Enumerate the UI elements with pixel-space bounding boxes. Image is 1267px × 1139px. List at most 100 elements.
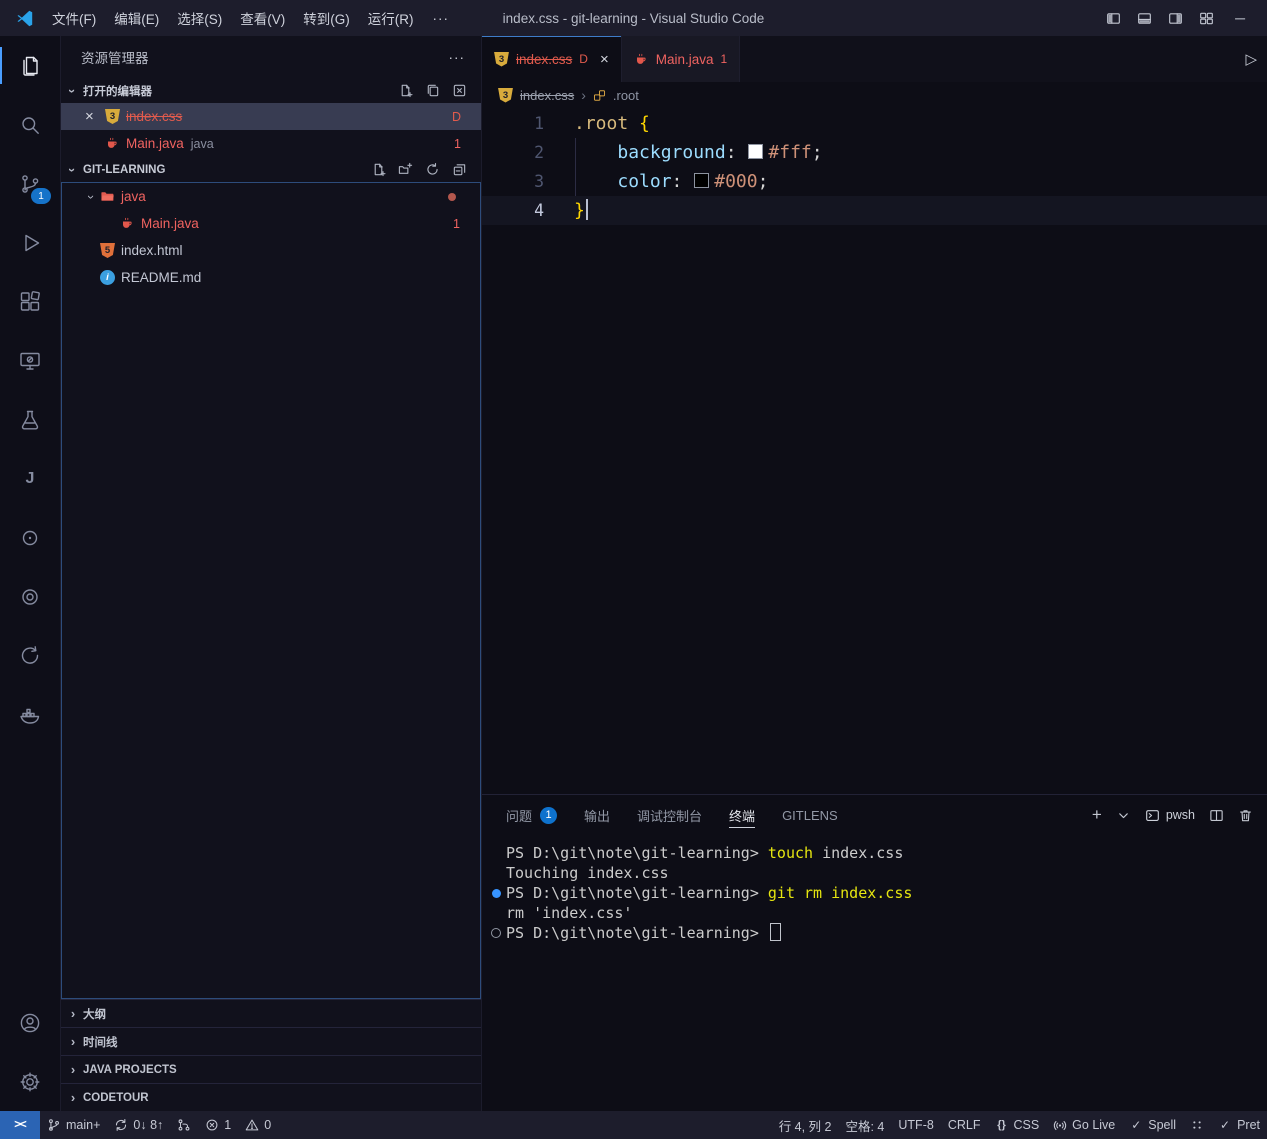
status-language[interactable]: {}CSS (987, 1111, 1046, 1139)
tree-item-index.html[interactable]: 5index.html (62, 237, 480, 264)
open-editor-index.css[interactable]: × 3 index.css D (61, 103, 481, 130)
code-editor[interactable]: 1 .root { 2 background: #fff; 3 color: #… (482, 108, 1267, 794)
close-icon[interactable]: × (85, 108, 105, 125)
activity-testing[interactable] (0, 390, 60, 449)
chevron-placeholder (84, 243, 100, 259)
menu-selection[interactable]: 选择(S) (168, 5, 231, 31)
status-prettier[interactable]: ✓Pret (1211, 1111, 1267, 1139)
color-swatch[interactable] (694, 173, 709, 188)
menu-go[interactable]: 转到(G) (294, 5, 359, 31)
menu-file[interactable]: 文件(F) (43, 5, 105, 31)
status-spell[interactable]: ✓Spell (1122, 1111, 1183, 1139)
status-go-live[interactable]: Go Live (1046, 1111, 1122, 1139)
activity-extensions[interactable] (0, 272, 60, 331)
activity-run-debug[interactable] (0, 213, 60, 272)
run-file-button[interactable]: ▷ (1241, 50, 1261, 68)
close-icon[interactable]: × (600, 51, 609, 68)
sidebar-section-java-projects[interactable]: › JAVA PROJECTS (61, 1055, 481, 1083)
bre2adcrumb-separator: › (581, 87, 586, 103)
menu-view[interactable]: 查看(V) (231, 5, 294, 31)
code-line-4[interactable]: 4 } (482, 196, 1267, 225)
activity-explorer[interactable] (0, 36, 60, 95)
section-label: JAVA PROJECTS (83, 1064, 177, 1076)
sidebar-more-actions-button[interactable]: ··· (449, 50, 466, 65)
project-header[interactable]: › GIT-LEARNING (61, 157, 481, 182)
breadcrumb-symbol[interactable]: .root (613, 88, 639, 103)
status-git-graph[interactable] (170, 1111, 198, 1139)
menu-run[interactable]: 运行(R) (359, 5, 423, 31)
section-label: 大纲 (83, 1006, 106, 1022)
toggle-secondary-sidebar-icon[interactable] (1168, 11, 1183, 26)
new-terminal-icon[interactable]: + (1092, 805, 1102, 825)
split-terminal-icon[interactable] (1209, 808, 1224, 823)
status-extension[interactable] (1183, 1111, 1211, 1139)
activity-remote-explorer[interactable] (0, 331, 60, 390)
open-editor-Main.java[interactable]: Main.java java 1 (61, 130, 481, 157)
terminal-instance[interactable]: pwsh (1145, 808, 1195, 823)
sidebar-section-outline[interactable]: › 大纲 (61, 999, 481, 1027)
panel-tab-terminal[interactable]: 终端 (729, 795, 755, 835)
sidebar-title-row: 资源管理器 ··· (61, 36, 481, 78)
new-untitled-file-icon[interactable] (398, 83, 413, 98)
panel-tab-debug-console[interactable]: 调试控制台 (637, 795, 702, 835)
status-errors[interactable]: 1 (198, 1111, 238, 1139)
status-encoding[interactable]: UTF-8 (891, 1111, 940, 1139)
activity-codetour[interactable] (0, 626, 60, 685)
minimize-button[interactable]: ─ (1225, 10, 1255, 26)
code-line-2[interactable]: 2 background: #fff; (482, 138, 1267, 167)
activity-gradle[interactable] (0, 508, 60, 567)
tab-index.css[interactable]: 3 index.css D × (482, 36, 622, 82)
activity-target[interactable] (0, 567, 60, 626)
activity-settings[interactable] (0, 1052, 60, 1111)
code-line-3[interactable]: 3 color: #000; (482, 167, 1267, 196)
kill-terminal-icon[interactable] (1238, 808, 1253, 823)
activity-search[interactable] (0, 95, 60, 154)
git-status-badge: D (452, 110, 461, 124)
activity-account[interactable] (0, 993, 60, 1052)
sidebar-section-codetour[interactable]: › CODETOUR (61, 1083, 481, 1111)
activity-source-control[interactable]: 1 (0, 154, 60, 213)
status-sync[interactable]: 0↓ 8↑ (107, 1111, 170, 1139)
panel-tab-output[interactable]: 输出 (584, 795, 610, 835)
problems-badge: 1 (540, 807, 557, 824)
close-all-editors-icon[interactable] (452, 83, 467, 98)
panel-tab-gitlens[interactable]: GITLENS (782, 795, 838, 835)
sidebar-section-timeline[interactable]: › 时间线 (61, 1027, 481, 1055)
css-file-icon: 3 (494, 52, 509, 67)
tree-item-README.md[interactable]: iREADME.md (62, 264, 480, 291)
status-indentation[interactable]: 空格: 4 (838, 1111, 891, 1139)
new-folder-icon[interactable] (398, 162, 413, 177)
customize-layout-icon[interactable] (1199, 11, 1214, 26)
color-swatch[interactable] (748, 144, 763, 159)
editor-cursor (586, 199, 588, 220)
refresh-icon[interactable] (425, 162, 440, 177)
status-branch[interactable]: main+ (40, 1111, 107, 1139)
new-file-icon[interactable] (371, 162, 386, 177)
collapse-all-icon[interactable] (452, 162, 467, 177)
save-all-icon[interactable] (425, 83, 440, 98)
activity-java[interactable]: J (0, 449, 60, 508)
line-number: 3 (482, 167, 574, 196)
file-name: index.css (126, 109, 182, 124)
menu-edit[interactable]: 编辑(E) (105, 5, 168, 31)
code-line-1[interactable]: 1 .root { (482, 109, 1267, 138)
terminal-output[interactable]: PS D:\git\note\git-learning> touch index… (482, 835, 1267, 1111)
toggle-sidebar-icon[interactable] (1106, 11, 1121, 26)
tree-item-java[interactable]: ›java (62, 183, 480, 210)
tab-Main.java[interactable]: Main.java 1 (622, 36, 740, 82)
line-content: } (574, 196, 588, 225)
status-remote[interactable]: >< (0, 1111, 40, 1139)
terminal-dropdown-icon[interactable] (1116, 808, 1131, 823)
toggle-panel-icon[interactable] (1137, 11, 1152, 26)
grid-icon (1190, 1118, 1204, 1132)
status-eol[interactable]: CRLF (941, 1111, 988, 1139)
tree-item-Main.java[interactable]: Main.java1 (62, 210, 480, 237)
menu-more-button[interactable]: ··· (423, 11, 460, 26)
breadcrumb-file[interactable]: index.css (520, 88, 574, 103)
activity-docker[interactable] (0, 685, 60, 744)
chevron-right-icon: › (65, 1006, 81, 1022)
status-warnings[interactable]: 0 (238, 1111, 278, 1139)
panel-tab-problems[interactable]: 问题1 (506, 795, 557, 835)
open-editors-header[interactable]: › 打开的编辑器 (61, 78, 481, 103)
status-cursor-position[interactable]: 行 4, 列 2 (772, 1111, 839, 1139)
